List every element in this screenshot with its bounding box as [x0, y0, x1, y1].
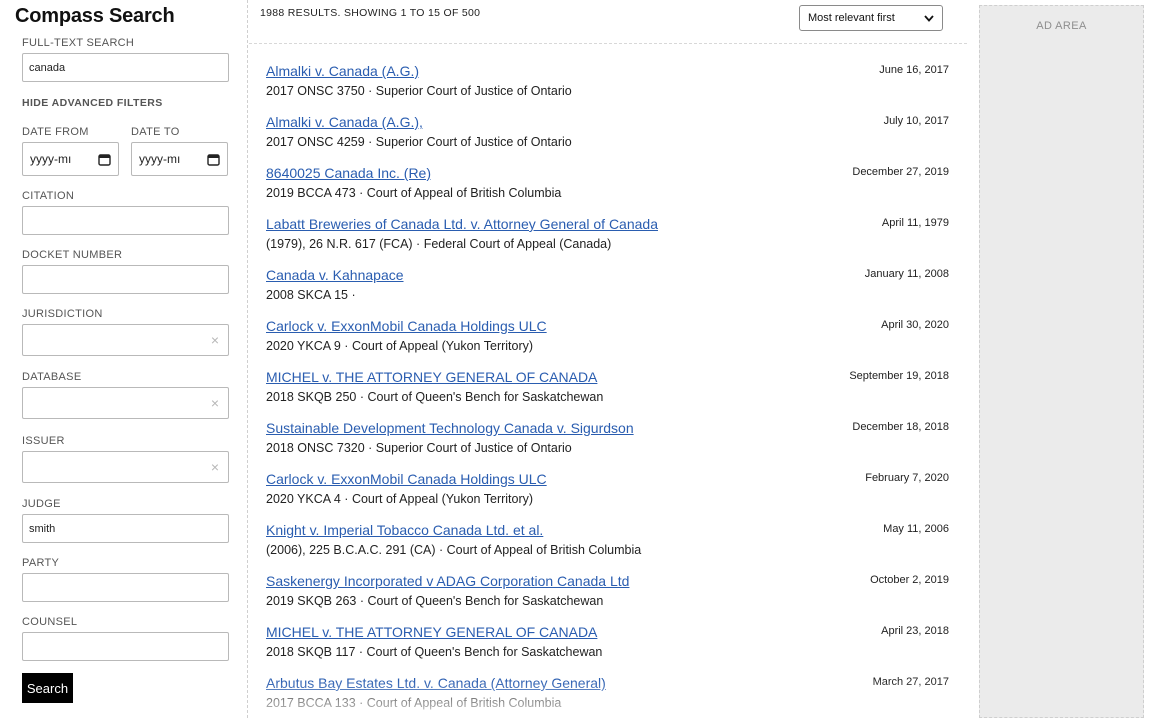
result-citation: 2017 ONSC 3750 · Superior Court of Justi…	[266, 84, 572, 98]
judge-label: JUDGE	[22, 498, 61, 510]
result-item: MICHEL v. THE ATTORNEY GENERAL OF CANADA…	[266, 369, 949, 420]
calendar-icon[interactable]	[207, 153, 220, 166]
result-date: May 11, 2006	[883, 523, 949, 535]
result-date: December 18, 2018	[852, 421, 949, 433]
result-date: April 11, 1979	[881, 217, 949, 229]
results-summary: 1988 RESULTS. SHOWING 1 TO 15 OF 500	[260, 7, 481, 19]
result-citation: 2018 ONSC 7320 · Superior Court of Justi…	[266, 441, 572, 455]
result-title-link[interactable]: 8640025 Canada Inc. (Re)	[266, 165, 431, 181]
result-item: 8640025 Canada Inc. (Re) 2019 BCCA 473 · …	[266, 165, 949, 216]
result-title-link[interactable]: Almalki v. Canada (A.G.),	[266, 114, 423, 130]
result-title-link[interactable]: Sustainable Development Technology Canad…	[266, 420, 634, 436]
clear-x-icon[interactable]: ×	[211, 460, 219, 474]
counsel-label: COUNSEL	[22, 616, 78, 628]
judge-input[interactable]	[22, 514, 229, 543]
result-citation: 2019 SKQB 263 · Court of Queen's Bench f…	[266, 594, 604, 608]
ad-area: AD AREA	[979, 5, 1144, 718]
result-citation: 2020 YKCA 9 · Court of Appeal (Yukon Ter…	[266, 339, 534, 353]
date-from-placeholder: yyyy-mı	[30, 152, 72, 166]
filters-sidebar: Compass Search FULL-TEXT SEARCH HIDE ADV…	[0, 0, 248, 718]
result-item: Canada v. Kahnapace 2008 SKCA 15 · January…	[266, 267, 949, 318]
result-item: Almalki v. Canada (A.G.) 2017 ONSC 3750 ·…	[266, 63, 949, 114]
result-item: Sustainable Development Technology Canad…	[266, 420, 949, 471]
result-title-link[interactable]: Almalki v. Canada (A.G.)	[266, 63, 419, 79]
clear-x-icon[interactable]: ×	[211, 333, 219, 347]
result-item: Arbutus Bay Estates Ltd. v. Canada (Atto…	[266, 675, 949, 726]
result-title-link[interactable]: Arbutus Bay Estates Ltd. v. Canada (Atto…	[266, 675, 606, 691]
date-to-label: DATE TO	[131, 126, 180, 138]
result-citation: 2017 ONSC 4259 · Superior Court of Justi…	[266, 135, 572, 149]
calendar-icon[interactable]	[98, 153, 111, 166]
result-citation: (2006), 225 B.C.A.C. 291 (CA) · Court of…	[266, 543, 642, 557]
database-select[interactable]: ×	[22, 387, 229, 419]
result-date: October 2, 2019	[870, 574, 949, 586]
database-label: DATABASE	[22, 371, 82, 383]
fulltext-search-input[interactable]	[22, 53, 229, 82]
date-from-label: DATE FROM	[22, 126, 89, 138]
citation-input[interactable]	[22, 206, 229, 235]
result-date: July 10, 2017	[883, 115, 949, 127]
result-title-link[interactable]: MICHEL v. THE ATTORNEY GENERAL OF CANADA	[266, 624, 597, 640]
docket-number-input[interactable]	[22, 265, 229, 294]
result-citation: 2020 YKCA 4 · Court of Appeal (Yukon Ter…	[266, 492, 534, 506]
sort-selected-value: Most relevant first	[808, 12, 895, 24]
result-title-link[interactable]: Knight v. Imperial Tobacco Canada Ltd. e…	[266, 522, 543, 538]
search-button[interactable]: Search	[22, 673, 73, 703]
result-citation: 2018 SKQB 117 · Court of Queen's Bench f…	[266, 645, 603, 659]
result-title-link[interactable]: Canada v. Kahnapace	[266, 267, 404, 283]
result-item: Carlock v. ExxonMobil Canada Holdings UL…	[266, 318, 949, 369]
app-title: Compass Search	[15, 5, 175, 27]
date-to-input[interactable]: yyyy-mı	[131, 142, 228, 176]
result-citation: 2008 SKCA 15 ·	[266, 288, 356, 302]
result-item: Knight v. Imperial Tobacco Canada Ltd. e…	[266, 522, 949, 573]
result-date: September 19, 2018	[849, 370, 949, 382]
fulltext-label: FULL-TEXT SEARCH	[22, 37, 135, 49]
result-citation: (1979), 26 N.R. 617 (FCA) · Federal Cour…	[266, 237, 612, 251]
sort-select[interactable]: Most relevant first	[799, 5, 943, 31]
result-title-link[interactable]: Labatt Breweries of Canada Ltd. v. Attor…	[266, 216, 658, 232]
counsel-input[interactable]	[22, 632, 229, 661]
result-citation: 2017 BCCA 133 · Court of Appeal of Briti…	[266, 696, 562, 710]
result-date: January 11, 2008	[864, 268, 949, 280]
result-citation: 2019 BCCA 473 · Court of Appeal of Briti…	[266, 186, 562, 200]
chevron-down-icon	[924, 14, 934, 22]
result-item: MICHEL v. THE ATTORNEY GENERAL OF CANADA…	[266, 624, 949, 675]
hide-advanced-filters-link[interactable]: HIDE ADVANCED FILTERS	[22, 97, 163, 109]
ad-label: AD AREA	[1036, 20, 1087, 32]
date-to-placeholder: yyyy-mı	[139, 152, 181, 166]
result-title-link[interactable]: MICHEL v. THE ATTORNEY GENERAL OF CANADA	[266, 369, 597, 385]
date-from-input[interactable]: yyyy-mı	[22, 142, 119, 176]
result-title-link[interactable]: Carlock v. ExxonMobil Canada Holdings UL…	[266, 318, 547, 334]
citation-label: CITATION	[22, 190, 75, 202]
jurisdiction-label: JURISDICTION	[22, 308, 103, 320]
result-item: Labatt Breweries of Canada Ltd. v. Attor…	[266, 216, 949, 267]
jurisdiction-select[interactable]: ×	[22, 324, 229, 356]
party-label: PARTY	[22, 557, 60, 569]
result-title-link[interactable]: Carlock v. ExxonMobil Canada Holdings UL…	[266, 471, 547, 487]
issuer-select[interactable]: ×	[22, 451, 229, 483]
party-input[interactable]	[22, 573, 229, 602]
result-date: February 7, 2020	[865, 472, 949, 484]
result-date: April 23, 2018	[881, 625, 949, 637]
result-item: Carlock v. ExxonMobil Canada Holdings UL…	[266, 471, 949, 522]
clear-x-icon[interactable]: ×	[211, 396, 219, 410]
docket-number-label: DOCKET NUMBER	[22, 249, 123, 261]
results-list: Almalki v. Canada (A.G.) 2017 ONSC 3750 ·…	[266, 63, 949, 726]
result-title-link[interactable]: Saskenergy Incorporated v ADAG Corporati…	[266, 573, 629, 589]
result-item: Saskenergy Incorporated v ADAG Corporati…	[266, 573, 949, 624]
header-divider	[249, 43, 967, 44]
result-date: March 27, 2017	[872, 676, 949, 688]
result-item: Almalki v. Canada (A.G.), 2017 ONSC 4259 …	[266, 114, 949, 165]
result-date: June 16, 2017	[879, 64, 949, 76]
result-citation: 2018 SKQB 250 · Court of Queen's Bench f…	[266, 390, 604, 404]
result-date: April 30, 2020	[881, 319, 949, 331]
issuer-label: ISSUER	[22, 435, 65, 447]
result-date: December 27, 2019	[852, 166, 949, 178]
